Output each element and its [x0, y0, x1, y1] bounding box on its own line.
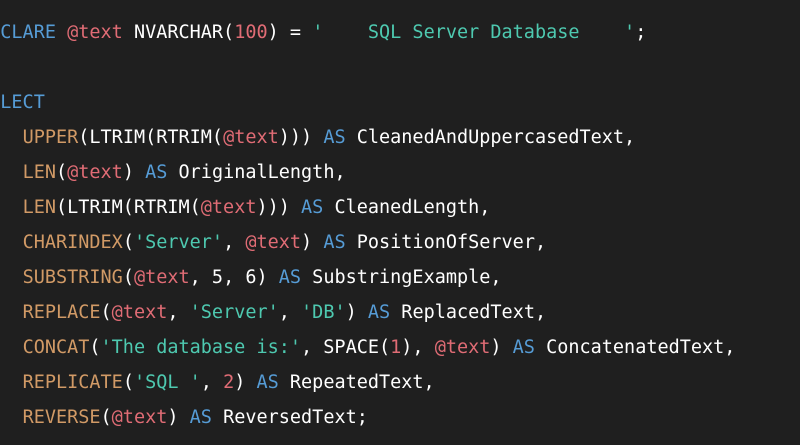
code-token: @text: [67, 162, 123, 183]
code-token: 'Server': [133, 232, 224, 253]
code-token: @text: [245, 232, 302, 253]
code-token: NVARCHAR(: [122, 22, 235, 43]
code-token: REPLICATE: [22, 372, 123, 393]
code-token: CleanedAndUppercasedText,: [345, 127, 636, 148]
code-token: ' SQL Server Database ': [312, 22, 636, 43]
code-token: (LTRIM(RTRIM(: [78, 127, 224, 148]
code-token: AS: [189, 407, 212, 428]
code-token: ReplacedText,: [390, 302, 547, 323]
code-token: (: [55, 162, 68, 183]
code-line: REPLICATE('SQL ', 2) AS RepeatedText,: [0, 365, 435, 400]
code-token: ): [345, 302, 368, 323]
code-token: DECLARE: [0, 22, 56, 43]
code-token: ,: [167, 302, 190, 323]
code-token: 2: [223, 372, 235, 393]
code-token: 100: [234, 22, 268, 43]
code-token: SubstringExample,: [301, 267, 502, 288]
code-token: REVERSE: [22, 407, 101, 428]
code-token: ReversedText;: [211, 407, 368, 428]
code-token: ): [122, 162, 146, 183]
code-token: RepeatedText,: [278, 372, 435, 393]
code-token: @text: [434, 337, 491, 358]
code-token: OriginalLength,: [167, 162, 346, 183]
code-token: , 5, 6): [189, 267, 279, 288]
code-token: AS: [367, 302, 391, 323]
code-token: ,: [223, 232, 246, 253]
code-token: ,: [278, 302, 302, 323]
code-token: AS: [323, 127, 346, 148]
code-token: AS: [256, 372, 279, 393]
code-token: @text: [111, 407, 168, 428]
code-token: SUBSTRING: [22, 267, 123, 288]
code-token: CONCAT: [22, 337, 90, 358]
code-token: ,: [200, 372, 224, 393]
code-token: (: [122, 372, 134, 393]
code-token: @text: [223, 127, 279, 148]
code-line: REVERSE(@text) AS ReversedText;: [0, 400, 368, 435]
code-line: REPLACE(@text, 'Server', 'DB') AS Replac…: [0, 295, 547, 330]
code-token: ))): [256, 197, 302, 218]
code-token: @text: [200, 197, 257, 218]
code-token: 1: [390, 337, 402, 358]
code-token: ): [490, 337, 513, 358]
code-token: ConcatenatedText,: [534, 337, 736, 358]
code-token: (LTRIM(RTRIM(: [55, 197, 201, 218]
code-line: UPPER(LTRIM(RTRIM(@text))) AS CleanedAnd…: [0, 120, 636, 155]
code-line: SUBSTRING(@text, 5, 6) AS SubstringExamp…: [0, 260, 502, 295]
code-token: ),: [401, 337, 435, 358]
code-line: CONCAT('The database is:', SPACE(1), @te…: [0, 330, 736, 365]
code-token: 'DB': [301, 302, 346, 323]
code-line: DECLARE @text NVARCHAR(100) = ' SQL Serv…: [0, 15, 646, 50]
code-line: SELECT: [0, 85, 45, 120]
code-editor[interactable]: DECLARE @text NVARCHAR(100) = ' SQL Serv…: [0, 0, 800, 445]
code-line: LEN(@text) AS OriginalLength,: [0, 155, 346, 190]
code-token: @text: [67, 22, 123, 43]
code-token: UPPER: [22, 127, 79, 148]
code-token: ))): [278, 127, 324, 148]
code-token: LEN: [22, 162, 56, 183]
code-token: (: [100, 302, 112, 323]
code-token: ): [301, 232, 324, 253]
code-token: ): [234, 372, 257, 393]
code-line: LEN(LTRIM(RTRIM(@text))) AS CleanedLengt…: [0, 190, 491, 225]
code-token: (: [122, 232, 134, 253]
code-token: REPLACE: [22, 302, 101, 323]
code-token: ;: [635, 22, 647, 43]
code-token: CleanedLength,: [323, 197, 491, 218]
code-token: AS: [278, 267, 302, 288]
code-token: (: [100, 407, 112, 428]
code-token: AS: [323, 232, 346, 253]
code-token: 'The database is:': [100, 337, 302, 358]
code-token: AS: [145, 162, 168, 183]
code-token: SELECT: [0, 92, 45, 113]
code-token: @text: [133, 267, 190, 288]
code-token: (: [89, 337, 101, 358]
code-line: CHARINDEX('Server', @text) AS PositionOf…: [0, 225, 547, 260]
code-token: CHARINDEX: [22, 232, 123, 253]
code-token: 'SQL ': [133, 372, 201, 393]
code-token: 'Server': [189, 302, 279, 323]
code-token: AS: [512, 337, 535, 358]
code-token: PositionOfServer,: [345, 232, 547, 253]
code-token: LEN: [22, 197, 56, 218]
code-token: ) =: [267, 22, 313, 43]
code-token: @text: [111, 302, 168, 323]
code-token: AS: [301, 197, 324, 218]
code-token: , SPACE(: [301, 337, 391, 358]
code-token: ): [167, 407, 190, 428]
code-token: (: [122, 267, 134, 288]
